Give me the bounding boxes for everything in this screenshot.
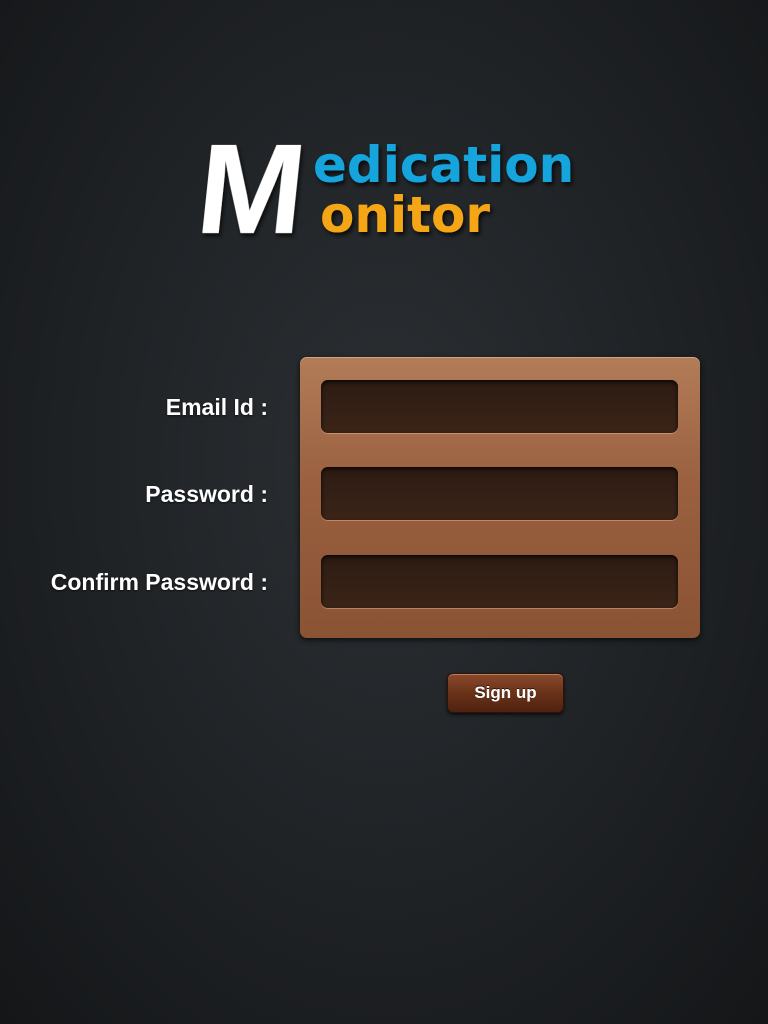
logo-big-letter: M (191, 118, 313, 261)
password-label: Password : (145, 481, 268, 507)
confirm-password-field[interactable] (321, 555, 678, 608)
logo-line2: onitor (320, 186, 490, 244)
sign-up-button[interactable]: Sign up (447, 673, 564, 713)
app-logo-graphic: M edication onitor (191, 118, 574, 261)
password-field[interactable] (321, 467, 678, 520)
signup-form-panel (300, 357, 700, 638)
confirm-password-label: Confirm Password : (50, 569, 268, 595)
email-field[interactable] (321, 380, 678, 433)
app-logo: M edication onitor (191, 118, 575, 261)
email-label: Email Id : (165, 394, 268, 420)
